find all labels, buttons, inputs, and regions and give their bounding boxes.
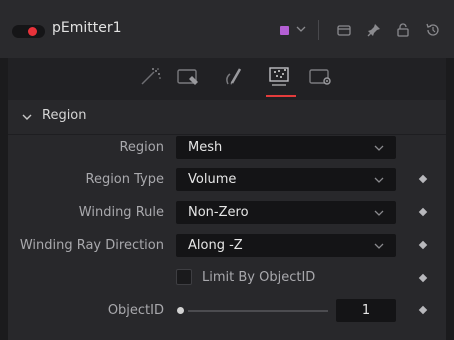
keyframe-diamond-icon[interactable] [418,240,428,250]
keyframe-diamond-icon[interactable] [418,207,428,217]
reset-icon[interactable] [425,22,441,38]
node-header: pEmitter1 [0,0,454,58]
region-value: Mesh [188,140,223,155]
keyframe-diamond-icon[interactable] [418,174,428,184]
region-icon[interactable] [266,66,292,88]
chevron-down-icon[interactable] [22,112,32,122]
active-tab-indicator [266,95,296,97]
keyframe-diamond-icon[interactable] [418,273,428,283]
chevron-down-icon [374,243,384,249]
objectid-value: 1 [361,303,371,318]
objectid-slider-track[interactable] [188,310,328,312]
region-type-label: Region Type [85,172,165,187]
region-label: Region [119,140,164,155]
chevron-down-icon [374,145,384,151]
region-type-row: Region Type Volume [8,168,446,192]
region-panel: Region Region Mesh Region Type Volume Wi… [8,100,446,340]
objectid-row: ObjectID 1 [8,299,446,323]
winding-rule-dropdown[interactable]: Non-Zero [176,201,396,224]
header-divider [318,20,319,40]
winding-rule-row: Winding Rule Non-Zero [8,201,446,225]
sparkle-icon[interactable] [138,66,164,88]
tag-icon[interactable] [176,66,202,88]
region-dropdown[interactable]: Mesh [176,136,396,159]
winding-ray-direction-row: Winding Ray Direction Along -Z [8,234,446,258]
enabled-indicator-icon [28,27,37,36]
winding-ray-direction-label: Winding Ray Direction [19,238,164,253]
objectid-input[interactable]: 1 [336,299,396,322]
chevron-down-icon [374,177,384,183]
objectid-slider-knob[interactable] [177,307,184,314]
winding-rule-value: Non-Zero [188,205,249,220]
section-header-region[interactable]: Region [8,100,446,135]
lock-icon[interactable] [395,22,411,38]
region-type-value: Volume [188,172,237,187]
limit-by-objectid-row: Limit By ObjectID [8,267,446,291]
color-dropdown-chevron-icon[interactable] [296,24,306,34]
objectid-label: ObjectID [107,303,164,318]
window-icon[interactable] [336,22,352,38]
chevron-down-icon [374,210,384,216]
enable-toggle[interactable] [12,25,45,38]
brush-icon[interactable] [220,66,246,88]
gear-icon[interactable] [308,66,334,88]
node-color-swatch[interactable] [280,26,289,35]
winding-ray-direction-dropdown[interactable]: Along -Z [176,234,396,257]
winding-rule-label: Winding Rule [78,205,164,220]
tab-bar [8,58,446,100]
pin-icon[interactable] [366,22,382,38]
limit-by-objectid-checkbox[interactable] [176,269,192,285]
limit-by-objectid-label: Limit By ObjectID [202,270,316,285]
region-row: Region Mesh [8,136,446,160]
keyframe-diamond-icon[interactable] [418,305,428,315]
winding-ray-direction-value: Along -Z [188,238,243,253]
region-type-dropdown[interactable]: Volume [176,168,396,191]
section-title: Region [42,108,87,123]
node-title: pEmitter1 [52,20,122,36]
